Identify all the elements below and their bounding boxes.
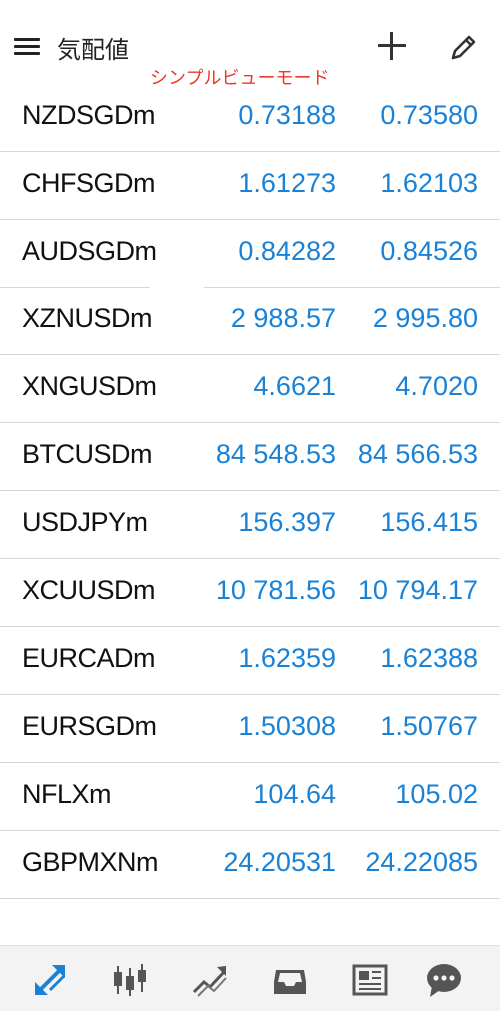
hamburger-menu-icon[interactable] <box>12 30 42 60</box>
nav-news[interactable] <box>350 960 390 1000</box>
nav-chat[interactable] <box>424 960 464 1000</box>
quote-row[interactable]: BTCUSDm 84 548.53 84 566.53 <box>0 423 500 491</box>
symbol-name: EURCADm <box>22 643 156 673</box>
symbol-name: GBPMXNm <box>22 847 159 877</box>
ask-price: 10 794.17 <box>357 575 478 605</box>
page-title: 気配値 <box>57 36 129 64</box>
inbox-tray-icon <box>274 970 306 994</box>
quote-row[interactable]: XNGUSDm 4.6621 4.7020 <box>0 355 500 423</box>
ask-price: 4.7020 <box>395 371 478 401</box>
quote-row[interactable]: NZDSGDm 0.73188 0.73580 <box>0 84 500 152</box>
ask-price: 1.62388 <box>380 643 478 673</box>
quote-row[interactable]: NFLXm 104.64 105.02 <box>0 763 500 831</box>
quote-row[interactable]: XZNUSDm 2 988.57 2 995.80 <box>0 287 500 355</box>
nav-history[interactable] <box>270 960 310 1000</box>
app-header: 気配値 シンプルビューモード <box>0 0 500 89</box>
nav-trade[interactable] <box>190 960 230 1000</box>
symbol-name: XCUUSDm <box>22 575 156 605</box>
symbol-name: XNGUSDm <box>22 371 157 401</box>
ask-price: 24.22085 <box>365 847 478 877</box>
ask-price: 2 995.80 <box>372 303 478 333</box>
quote-row[interactable]: EURSGDm 1.50308 1.50767 <box>0 695 500 763</box>
nav-quotes[interactable] <box>30 960 70 1000</box>
ask-price: 156.415 <box>380 507 478 537</box>
candlestick-chart-icon <box>114 964 146 996</box>
quote-row[interactable]: XCUUSDm 10 781.56 10 794.17 <box>0 559 500 627</box>
ask-price: 84 566.53 <box>357 439 478 469</box>
quote-row[interactable]: GBPMXNm 24.20531 24.22085 <box>0 831 500 899</box>
edit-button[interactable] <box>447 30 481 64</box>
news-icon <box>352 964 388 996</box>
ask-price: 0.84526 <box>380 236 478 266</box>
ask-price: 1.62103 <box>380 168 478 198</box>
quote-row[interactable]: AUDSGDm 0.84282 0.84526 <box>0 220 500 288</box>
add-symbol-button[interactable] <box>374 28 410 64</box>
chat-bubble-icon <box>427 964 461 997</box>
nav-chart[interactable] <box>110 960 150 1000</box>
ask-price: 1.50767 <box>380 711 478 741</box>
symbol-name: EURSGDm <box>22 711 157 741</box>
symbol-name: BTCUSDm <box>22 439 153 469</box>
ask-price: 0.73580 <box>380 100 478 130</box>
trade-trend-icon <box>192 966 227 997</box>
quotes-arrows-icon <box>35 965 66 995</box>
pencil-icon <box>451 35 476 60</box>
symbol-name: XZNUSDm <box>22 303 153 333</box>
ask-price: 105.02 <box>395 779 478 809</box>
symbol-name: NFLXm <box>22 779 112 809</box>
symbol-name: USDJPYm <box>22 507 148 537</box>
symbol-name: NZDSGDm <box>22 100 156 130</box>
quote-row[interactable]: CHFSGDm 1.61273 1.62103 <box>0 152 500 220</box>
quote-row[interactable]: USDJPYm 156.397 156.415 <box>0 491 500 559</box>
symbol-name: CHFSGDm <box>22 168 156 198</box>
bottom-navigation <box>0 945 500 1011</box>
quote-row[interactable]: EURCADm 1.62359 1.62388 <box>0 627 500 695</box>
quotes-list: NZDSGDm 0.73188 0.73580 CHFSGDm 1.61273 … <box>0 84 500 899</box>
symbol-name: AUDSGDm <box>22 236 157 266</box>
